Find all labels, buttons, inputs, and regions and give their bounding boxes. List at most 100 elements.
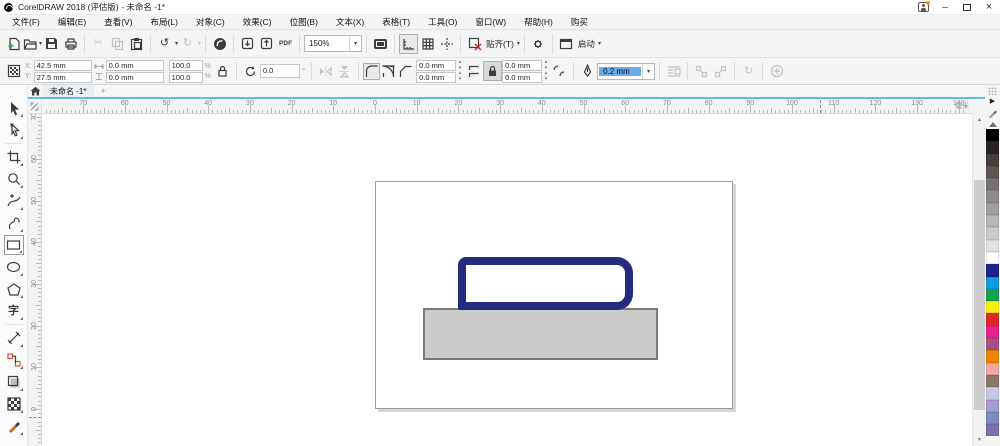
connector-tool[interactable] [4,350,24,370]
outline-width-dropdown-icon[interactable]: ▾ [642,63,654,79]
edit-corners-together-button[interactable] [483,61,503,81]
horizontal-ruler[interactable]: 毫米 70 60 50 40 30 20 10 0 10 20 30 40 50 60 70 80 90 100 1… [42,99,972,114]
launch-icon[interactable] [557,34,576,54]
palette-swatch[interactable] [986,350,999,363]
zoom-tool[interactable] [4,169,24,189]
palette-swatch[interactable] [986,338,999,351]
palette-swatch[interactable] [986,424,999,437]
drawing-canvas[interactable] [42,114,972,446]
object-y-field[interactable]: 27.5 mm [33,71,92,83]
corner-radius-bl-field[interactable]: 0.0 mm [416,71,457,83]
menu-item-1[interactable]: 编辑(E) [49,15,95,29]
menu-item-2[interactable]: 查看(V) [95,15,141,29]
restore-button[interactable] [956,0,978,15]
options-button[interactable] [529,34,548,54]
object-width-field[interactable]: 0.0 mm [105,59,164,71]
spinner-down-icon[interactable]: ▾ [456,76,464,83]
menu-item-12[interactable]: 购买 [562,15,597,29]
rotation-angle-field[interactable]: 0.0 [259,64,300,78]
shape-tool[interactable] [4,120,24,140]
paste-button[interactable] [127,34,146,54]
drop-shadow-tool[interactable] [4,372,24,392]
palette-flyout-icon[interactable]: ▶ [985,95,1000,107]
menu-item-3[interactable]: 布局(L) [142,15,187,29]
palette-swatch[interactable] [986,251,999,265]
chamfered-corner-button[interactable] [397,63,414,80]
snap-dropdown-icon[interactable]: ▾ [517,40,520,47]
undo-button[interactable]: ↺ [155,34,174,54]
zoom-dropdown-icon[interactable]: ▾ [349,36,361,51]
fullscreen-preview-button[interactable] [371,34,390,54]
account-button[interactable] [912,0,934,15]
snap-off-icon[interactable] [465,34,484,54]
polygon-tool[interactable] [4,279,24,299]
close-button[interactable]: × [978,0,1000,15]
round-corner-button[interactable] [363,62,381,80]
outline-width-combo[interactable]: 0.2 mm ▾ [597,62,656,80]
scalloped-corner-button[interactable] [380,63,397,80]
menu-item-11[interactable]: 帮助(H) [515,15,562,29]
scale-x-field[interactable]: 100.0 [168,59,203,71]
eyedropper-tool[interactable] [4,416,24,436]
palette-swatch[interactable] [986,178,999,191]
menu-item-8[interactable]: 表格(T) [373,15,419,29]
corner-radius-tr-field[interactable]: 0.0 mm [502,59,543,71]
palette-swatch[interactable] [986,264,999,277]
palette-swatch[interactable] [986,215,999,228]
palette-swatch[interactable] [986,202,999,216]
scale-y-field[interactable]: 100.0 [168,71,203,83]
home-button[interactable] [28,85,42,97]
scale-lock-button[interactable] [213,61,232,81]
page-checker-icon[interactable] [4,61,23,81]
dimension-tool[interactable] [4,328,24,348]
launch-label[interactable]: 启动 [578,38,595,50]
object-x-field[interactable]: 42.5 mm [33,59,92,71]
menu-item-10[interactable]: 窗口(W) [466,15,515,29]
menu-item-6[interactable]: 位图(B) [281,15,327,29]
palette-swatch[interactable] [986,239,999,252]
blue-book-rectangle[interactable] [458,257,633,310]
ellipse-tool[interactable] [4,257,24,277]
menu-item-4[interactable]: 对象(C) [187,15,234,29]
palette-swatch[interactable] [986,399,999,412]
document-tab[interactable]: 未命名 -1* [42,85,95,97]
show-grid-button[interactable] [418,34,437,54]
palette-swatch[interactable] [986,129,999,142]
palette-grip[interactable] [988,87,997,95]
welcome-screen-button[interactable] [210,34,229,54]
snap-to-label[interactable]: 贴齐(T) [486,38,514,50]
corner-radius-tl-field[interactable]: 0.0 mm [416,59,457,71]
minimize-button[interactable]: – [934,0,956,15]
corner-radius-br-field[interactable]: 0.0 mm [502,71,543,83]
rectangle-tool[interactable] [3,235,24,255]
palette-swatch[interactable] [986,301,999,314]
spinner-down-icon[interactable]: ▾ [542,76,550,83]
new-tab-button[interactable]: + [94,86,111,96]
crop-tool[interactable] [4,147,24,167]
palette-swatch[interactable] [986,165,999,179]
zoom-level-combo[interactable]: 150% ▾ [304,35,363,52]
ruler-origin-button[interactable] [28,99,42,114]
palette-swatch[interactable] [986,190,999,203]
save-button[interactable] [42,34,61,54]
transparency-tool[interactable] [4,394,24,414]
artistic-media-tool[interactable] [4,213,24,233]
palette-swatch[interactable] [986,141,999,154]
vertical-ruler[interactable]: 0 10 20 30 40 50 60 70 [28,114,42,446]
menu-item-7[interactable]: 文本(X) [327,15,373,29]
palette-swatch[interactable] [986,387,999,400]
pick-tool[interactable] [4,98,24,118]
freehand-tool[interactable] [4,191,24,211]
import-button[interactable] [238,34,257,54]
corner-direction-icon[interactable] [550,61,569,81]
palette-scroll-up-icon[interactable] [985,119,1000,129]
palette-swatch[interactable] [986,227,999,240]
text-tool[interactable]: 字 [4,301,24,321]
object-height-field[interactable]: 0.0 mm [105,71,164,83]
palette-swatch[interactable] [986,411,999,425]
palette-eyedropper-icon[interactable] [985,107,1000,119]
palette-swatch[interactable] [986,313,999,326]
palette-swatch[interactable] [986,276,999,289]
menu-item-5[interactable]: 效果(C) [234,15,281,29]
palette-swatch[interactable] [986,288,999,302]
